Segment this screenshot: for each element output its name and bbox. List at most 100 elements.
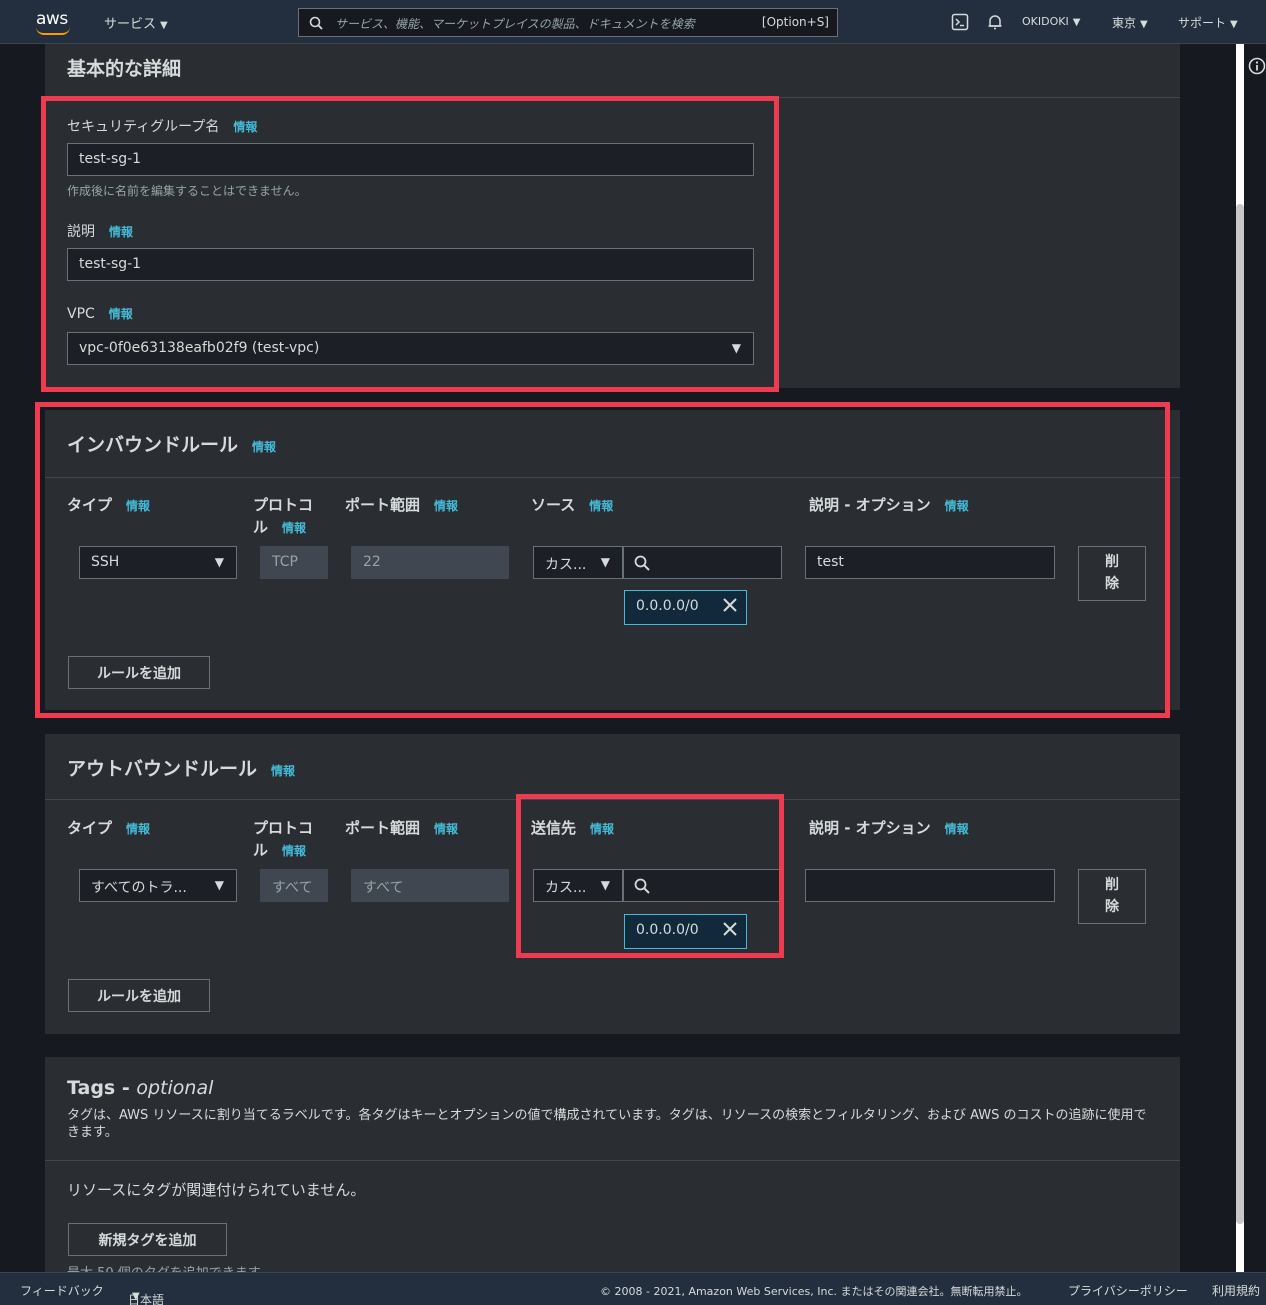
col-destination-text: 送信先	[531, 819, 577, 837]
info-link[interactable]: 情報	[282, 521, 306, 535]
outbound-port-field: すべて	[351, 869, 509, 902]
sg-name-value: test-sg-1	[79, 151, 142, 167]
col-desc-text: 説明 - オプション	[809, 819, 931, 837]
top-navigation: aws サービス ▼ サービス、機能、マーケットプレイスの製品、ドキュメントを検索…	[0, 0, 1266, 44]
inbound-protocol-value: TCP	[272, 554, 298, 570]
outbound-type-value: すべてのトラ...	[91, 880, 187, 896]
outbound-delete-button[interactable]: 削除	[1078, 869, 1146, 924]
inbound-delete-button[interactable]: 削除	[1078, 546, 1146, 601]
info-link[interactable]: 情報	[945, 499, 969, 513]
info-link[interactable]: 情報	[589, 499, 613, 513]
aws-smile-icon	[36, 27, 70, 35]
aws-logo-text: aws	[36, 9, 68, 29]
info-link[interactable]: 情報	[109, 307, 133, 321]
close-icon[interactable]	[722, 921, 738, 937]
scrollbar[interactable]	[1236, 44, 1244, 1272]
tags-title-text: Tags -	[67, 1077, 137, 1099]
vpc-select[interactable]: vpc-0f0e63138eafb02f9 (test-vpc) ▼	[67, 332, 754, 365]
caret-down-icon: ▼	[600, 878, 610, 892]
info-link[interactable]: 情報	[590, 822, 614, 836]
cloudshell-icon[interactable]	[951, 13, 969, 31]
delete-label-2: 除	[1105, 899, 1119, 915]
add-tag-button[interactable]: 新規タグを追加	[68, 1223, 227, 1256]
inbound-rules-header: インバウンドルール 情報	[45, 410, 1180, 478]
caret-down-icon: ▼	[160, 20, 168, 31]
col-source-text: ソース	[531, 496, 576, 514]
services-menu[interactable]: サービス ▼	[104, 13, 168, 32]
inbound-description-input[interactable]: test	[805, 546, 1055, 579]
account-label: OKIDOKI	[1022, 15, 1069, 28]
basic-details-panel: 基本的な詳細 セキュリティグループ名 情報 test-sg-1 作成後に名前を編集…	[45, 44, 1180, 388]
tags-limit-hint: 最大 50 個のタグを追加できます。	[67, 1262, 273, 1272]
privacy-link[interactable]: プライバシーポリシー	[1068, 1282, 1188, 1299]
inbound-source-type-select[interactable]: カス... ▼	[533, 546, 623, 579]
outbound-description-input[interactable]	[805, 869, 1055, 902]
info-link[interactable]: 情報	[233, 120, 257, 134]
search-icon	[634, 555, 650, 571]
outbound-cidr-search[interactable]	[623, 869, 782, 902]
inbound-type-value: SSH	[91, 554, 120, 570]
sg-name-input[interactable]: test-sg-1	[67, 143, 754, 176]
info-link[interactable]: 情報	[271, 764, 295, 778]
info-link[interactable]: 情報	[126, 499, 150, 513]
outbound-add-rule-button[interactable]: ルールを追加	[68, 979, 210, 1012]
close-icon[interactable]	[722, 597, 738, 613]
outbound-rules-header: アウトバウンドルール 情報	[45, 734, 1180, 800]
info-link[interactable]: 情報	[252, 440, 276, 454]
col-desc-header: 説明 - オプション 情報	[809, 494, 969, 515]
scrollbar-thumb[interactable]	[1236, 204, 1244, 1224]
outbound-dest-type-select[interactable]: カス... ▼	[533, 869, 623, 902]
account-menu[interactable]: OKIDOKI ▼	[1022, 15, 1080, 28]
support-menu[interactable]: サポート ▼	[1178, 14, 1238, 31]
terms-link[interactable]: 利用規約	[1212, 1282, 1260, 1299]
region-label: 東京	[1112, 16, 1137, 30]
region-menu[interactable]: 東京 ▼	[1112, 14, 1148, 31]
support-label: サポート	[1178, 16, 1227, 30]
inbound-type-select[interactable]: SSH ▼	[79, 546, 237, 579]
info-link[interactable]: 情報	[434, 822, 458, 836]
sg-name-label: セキュリティグループ名 情報	[67, 116, 257, 136]
main-content: 基本的な詳細 セキュリティグループ名 情報 test-sg-1 作成後に名前を編集…	[0, 44, 1228, 1272]
info-link[interactable]: 情報	[434, 499, 458, 513]
info-circle-icon[interactable]	[1248, 57, 1266, 75]
delete-label-1: 削	[1105, 554, 1119, 570]
outbound-type-select[interactable]: すべてのトラ... ▼	[79, 869, 237, 902]
col-port-text: ポート範囲	[345, 496, 421, 514]
info-link[interactable]: 情報	[282, 844, 306, 858]
col-type-text: タイプ	[67, 496, 113, 514]
caret-down-icon: ▼	[1072, 17, 1081, 28]
tags-title: Tags - optional	[67, 1077, 213, 1099]
inbound-cidr-search[interactable]	[623, 546, 782, 579]
description-input[interactable]: test-sg-1	[67, 248, 754, 281]
col-source-header: ソース 情報	[531, 494, 613, 515]
col-protocol-header-2: ル情報	[253, 516, 306, 537]
search-input[interactable]: サービス、機能、マーケットプレイスの製品、ドキュメントを検索 [Option+S…	[298, 8, 838, 37]
search-shortcut: [Option+S]	[761, 15, 829, 29]
description-label-text: 説明	[67, 224, 95, 240]
aws-logo[interactable]: aws	[36, 9, 76, 35]
description-label: 説明 情報	[67, 221, 133, 241]
col-desc-text: 説明 - オプション	[809, 496, 931, 514]
bell-icon[interactable]	[986, 13, 1004, 31]
caret-down-icon: ▼	[1140, 19, 1148, 30]
caret-down-icon: ▼	[214, 878, 224, 892]
col-type-text: タイプ	[67, 819, 113, 837]
footer: フィードバック 日本語 ▼ © 2008 - 2021, Amazon Web S…	[0, 1272, 1266, 1305]
tags-empty-message: リソースにタグが関連付けられていません。	[67, 1181, 366, 1199]
add-rule-label: ルールを追加	[97, 666, 181, 682]
info-link[interactable]: 情報	[126, 822, 150, 836]
info-link[interactable]: 情報	[945, 822, 969, 836]
info-link[interactable]: 情報	[109, 225, 133, 239]
feedback-link[interactable]: フィードバック	[20, 1282, 104, 1299]
outbound-cidr-token[interactable]: 0.0.0.0/0	[624, 914, 747, 949]
tags-title-optional: optional	[136, 1077, 214, 1099]
col-port-header: ポート範囲 情報	[345, 494, 458, 515]
inbound-cidr-token[interactable]: 0.0.0.0/0	[624, 590, 747, 625]
inbound-description-value: test	[817, 554, 844, 570]
tags-description: タグは、AWS リソースに割り当てるラベルです。各タグはキーとオプションの値で構…	[67, 1108, 1147, 1140]
vpc-label-text: VPC	[67, 306, 95, 322]
caret-down-icon: ▼	[132, 1291, 140, 1302]
inbound-add-rule-button[interactable]: ルールを追加	[68, 656, 210, 689]
outbound-dest-type-value: カス...	[545, 880, 587, 896]
col-protocol-text-2: ル	[253, 518, 269, 536]
